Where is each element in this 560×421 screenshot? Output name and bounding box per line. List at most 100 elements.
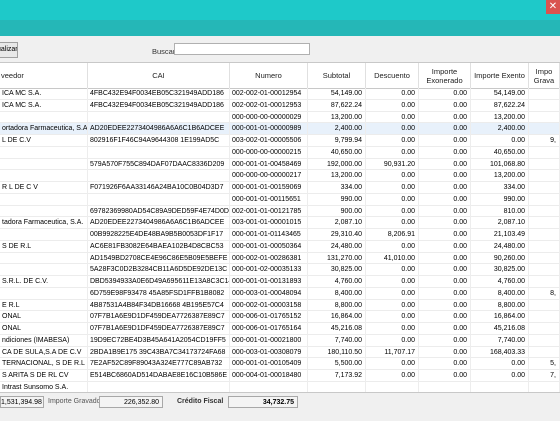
subtotal-cell: 7,740.00	[308, 334, 366, 347]
numero-cell: 002-001-01-00121785	[230, 205, 308, 218]
column-header-importe-exento[interactable]: Importe Exento	[471, 63, 529, 88]
column-header-proveedor[interactable]: veedor	[0, 63, 88, 88]
table-row[interactable]: 579A570F755C894DAF07DAAC8336D209 000-001-…	[0, 158, 560, 171]
descuento-cell: 0.00	[366, 170, 419, 182]
table-row[interactable]: 000-000-00-00000029 13,200.00 0.00 0.00 13,2…	[0, 111, 560, 124]
table-row[interactable]: E R.L 4B87531A4B84F34DB16668 4B195E57C4 00…	[0, 299, 560, 312]
column-header-importe-gravado[interactable]: Impo Grava	[529, 63, 560, 88]
refresh-button[interactable]: ualizar	[0, 42, 18, 58]
table-row[interactable]: L DE C.V 802916F1F46C94A9644308 1E199AD5C…	[0, 135, 560, 147]
column-header-cai[interactable]: CAI	[88, 63, 230, 88]
descuento-cell: 0.00	[366, 334, 419, 347]
subtotal-cell: 13,200.00	[308, 111, 366, 124]
table-row[interactable]: 000-000-00-00000215 40,650.00 0.00 0.00 40,6…	[0, 146, 560, 159]
cai-cell: 2BDA1B9E175 39C43BA7C34173724FA68	[88, 346, 230, 359]
importe-gravado-cell	[529, 99, 560, 112]
table-row[interactable]: 00B9928225E4DE48BA9B5B0053DF1F17 000-001-…	[0, 229, 560, 241]
importe-gravado-cell: 7,	[529, 370, 560, 382]
search-input[interactable]	[174, 43, 310, 55]
importe-gravado-cell	[529, 299, 560, 312]
importe-gravado-cell: 5,	[529, 358, 560, 370]
table-row[interactable]: ICA MC S.A. 4FBC432E94F0034EB05C321949ADD…	[0, 88, 560, 100]
importe-gravado-cell	[529, 323, 560, 335]
proveedor-cell	[0, 158, 88, 171]
table-row[interactable]: S ARITA S DE RL CV E514BC6860AD514DABAE8E…	[0, 370, 560, 382]
importe-exonerado-cell: 0.00	[419, 358, 471, 370]
importe-gravado-cell	[529, 146, 560, 159]
cai-cell	[88, 193, 230, 206]
table-row[interactable]: 5A28F3C0D2B3284CB11A6D5DE92DE13C 000-001-…	[0, 264, 560, 276]
subtotal-cell: 54,149.00	[308, 88, 366, 100]
proveedor-cell	[0, 252, 88, 265]
importe-gravado-cell	[529, 123, 560, 135]
column-header-descuento[interactable]: Descuento	[366, 63, 419, 88]
table-row[interactable]: ndiciones (IMABESA) 19D9EC72BE4D3B45A641A…	[0, 334, 560, 347]
cai-cell: 7E2AF52C89F89043A324E777C89AB732	[88, 358, 230, 370]
totals-footer: 1,531,394.98 Importe Gravado 226,352.80 …	[0, 392, 560, 421]
descuento-cell: 0.00	[366, 287, 419, 300]
cai-cell: 4FBC432E94F0034EB05C321949ADD186	[88, 99, 230, 112]
importe-exento-cell: 24,480.00	[471, 240, 529, 253]
subtotal-cell: 2,400.00	[308, 123, 366, 135]
table-row[interactable]: ortadora Farmaceutica, S.A. AD20EDEE22734…	[0, 123, 560, 135]
table-row[interactable]: 000-000-00-00000217 13,200.00 0.00 0.00 13,2…	[0, 170, 560, 182]
importe-gravado-cell: 8,	[529, 287, 560, 300]
proveedor-cell	[0, 170, 88, 182]
subtotal-cell: 334.00	[308, 182, 366, 194]
search-label: Buscar	[152, 47, 176, 56]
importe-exento-cell: 4,760.00	[471, 276, 529, 288]
descuento-cell: 0.00	[366, 323, 419, 335]
table-row[interactable]: CA DE SULA,S.A DE C.V 2BDA1B9E175 39C43BA…	[0, 346, 560, 359]
table-row[interactable]: AD1549BD2708CE4E96C86E5B09E5BEFE 000-002-…	[0, 252, 560, 265]
table-row[interactable]: 000-001-01-00115651 990.00 0.00 0.00 990.00	[0, 193, 560, 206]
column-header-subtotal[interactable]: Subtotal	[308, 63, 366, 88]
descuento-cell: 0.00	[366, 99, 419, 112]
importe-gravado-label: Importe Gravado	[48, 398, 101, 405]
importe-gravado-cell	[529, 217, 560, 229]
table-row[interactable]: TERNACIONAL, S DE R.L 7E2AF52C89F89043A32…	[0, 358, 560, 370]
table-row[interactable]: 6D759E98F93478 45A85FSD1FFB1B8082 000-003…	[0, 287, 560, 300]
numero-cell: 000-004-01-00018480	[230, 370, 308, 382]
table-row[interactable]: ONAL 07F7B1A6E9D1DF459DEA7726387E89C7 000-…	[0, 311, 560, 323]
importe-exonerado-cell: 0.00	[419, 287, 471, 300]
table-row[interactable]: 69782369980AD54C89A9DED59F4E74D0D6 002-00…	[0, 205, 560, 218]
proveedor-cell	[0, 205, 88, 218]
subtotal-cell: 40,650.00	[308, 146, 366, 159]
numero-cell: 000-002-01-00003158	[230, 299, 308, 312]
table-row[interactable]: tadora Farmaceutica, S.A. AD20EDEE2273404…	[0, 217, 560, 229]
cai-cell: DBD5394933A0E6D49A695611E13A8C3C14	[88, 276, 230, 288]
importe-exonerado-cell: 0.00	[419, 217, 471, 229]
numero-cell: 000-001-01-00159069	[230, 182, 308, 194]
close-icon[interactable]: ✕	[546, 0, 560, 14]
importe-exonerado-cell: 0.00	[419, 99, 471, 112]
proveedor-cell	[0, 111, 88, 124]
importe-gravado-cell	[529, 111, 560, 124]
table-row[interactable]: ICA MC S.A. 4FBC432E94F0034EB05C321949ADD…	[0, 99, 560, 112]
importe-exonerado-cell: 0.00	[419, 205, 471, 218]
subtotal-cell: 29,310.40	[308, 229, 366, 241]
credito-fiscal-label: Crédito Fiscal	[177, 398, 224, 405]
numero-cell: 000-001-01-00000989	[230, 123, 308, 135]
importe-exonerado-cell: 0.00	[419, 240, 471, 253]
cai-cell: AC6E81FB3082E64BAEA102B4D8CBC53	[88, 240, 230, 253]
importe-gravado-cell: 9,	[529, 135, 560, 147]
importe-exonerado-cell: 0.00	[419, 170, 471, 182]
table-row[interactable]: S DE R.L AC6E81FB3082E64BAEA102B4D8CBC53 0…	[0, 240, 560, 253]
numero-cell: 000-000-00-00000029	[230, 111, 308, 124]
importe-exento-cell: 45,216.08	[471, 323, 529, 335]
table-row[interactable]: R L DE C V F071926F6AA33146A24BA10C0B04D3…	[0, 182, 560, 194]
descuento-cell: 0.00	[366, 205, 419, 218]
importe-gravado-cell	[529, 205, 560, 218]
column-header-numero[interactable]: Numero	[230, 63, 308, 88]
cai-cell: 579A570F755C894DAF07DAAC8336D209	[88, 158, 230, 171]
invoice-grid[interactable]: veedor CAI Numero Subtotal Descuento Imp…	[0, 62, 560, 393]
table-row[interactable]: S.R.L. DE C.V. DBD5394933A0E6D49A695611E1…	[0, 276, 560, 288]
cai-cell: 4FBC432E94F0034EB05C321949ADD186	[88, 88, 230, 100]
column-header-importe-exonerado[interactable]: Importe Exonerado	[419, 63, 471, 88]
proveedor-cell: ICA MC S.A.	[0, 88, 88, 100]
table-row[interactable]: ONAL 07F7B1A6E9D1DF459DEA7726387E89C7 000-…	[0, 323, 560, 335]
proveedor-cell	[0, 229, 88, 241]
subtotal-cell: 8,400.00	[308, 287, 366, 300]
subtotal-cell: 24,480.00	[308, 240, 366, 253]
importe-exonerado-cell: 0.00	[419, 299, 471, 312]
